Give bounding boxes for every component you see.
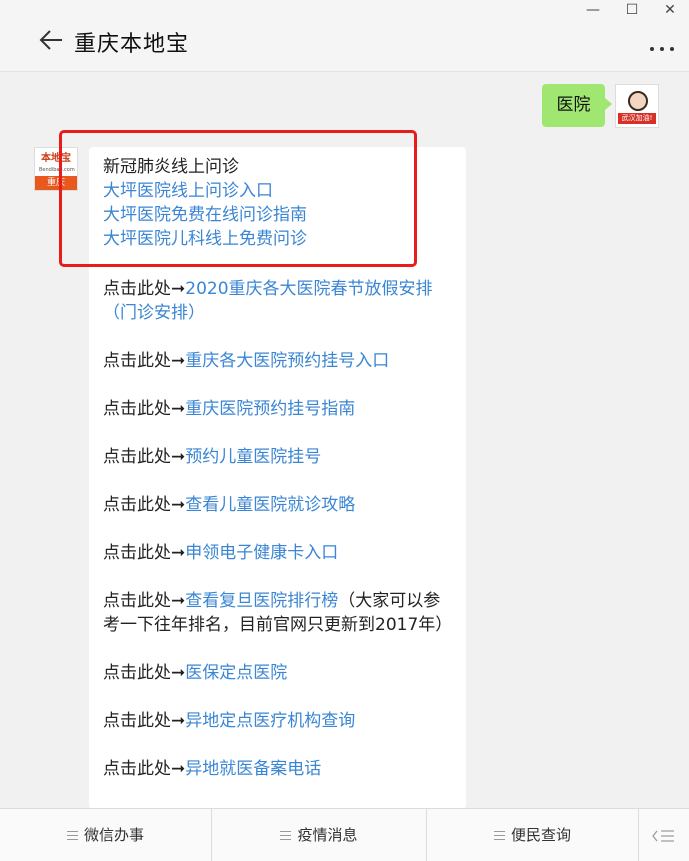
list-item: 点击此处➞2020重庆各大医院春节放假安排（门诊安排） bbox=[103, 277, 452, 325]
item-link[interactable]: 异地定点医疗机构查询 bbox=[185, 711, 355, 731]
back-arrow-icon[interactable] bbox=[38, 28, 64, 52]
item-link[interactable]: 重庆各大医院预约挂号入口 bbox=[185, 351, 389, 371]
menu-tab-public-query[interactable]: 便民查询 bbox=[427, 809, 639, 861]
item-prefix: 点击此处➞ bbox=[103, 399, 186, 419]
covid-heading: 新冠肺炎线上问诊 bbox=[103, 157, 239, 177]
item-prefix: 点击此处➞ bbox=[103, 711, 186, 731]
list-item: 点击此处➞医保定点医院 bbox=[103, 661, 452, 685]
list-item: 点击此处➞申领电子健康卡入口 bbox=[103, 541, 452, 565]
bot-message-bubble: 新冠肺炎线上问诊 大坪医院线上问诊入口 大坪医院免费在线问诊指南 大坪医院儿科线… bbox=[89, 147, 466, 809]
item-prefix: 点击此处➞ bbox=[103, 663, 186, 683]
covid-link-1[interactable]: 大坪医院线上问诊入口 bbox=[103, 179, 452, 203]
bot-avatar[interactable]: 本地宝 Bendibao.com 重庆 bbox=[34, 147, 78, 191]
covid-link-3[interactable]: 大坪医院儿科线上免费问诊 bbox=[103, 227, 452, 251]
menu-icon bbox=[493, 831, 505, 840]
menu-tab-label: 便民查询 bbox=[510, 826, 571, 844]
item-link[interactable]: 查看复旦医院排行榜 bbox=[185, 591, 338, 611]
item-prefix: 点击此处➞ bbox=[103, 447, 186, 467]
keyboard-toggle-icon[interactable] bbox=[652, 829, 676, 843]
user-avatar[interactable]: 武汉加油! bbox=[615, 84, 659, 128]
list-item: 点击此处➞预约儿童医院挂号 bbox=[103, 445, 452, 469]
menu-tab-label: 微信办事 bbox=[83, 826, 144, 844]
list-item: 点击此处➞异地就医备案电话 bbox=[103, 757, 452, 781]
list-item: 点击此处➞异地定点医疗机构查询 bbox=[103, 709, 452, 733]
item-prefix: 点击此处➞ bbox=[103, 759, 186, 779]
bot-logo-text: 本地宝 bbox=[41, 153, 71, 164]
item-prefix: 点击此处➞ bbox=[103, 351, 186, 371]
item-prefix: 点击此处➞ bbox=[103, 591, 186, 611]
list-item: 点击此处➞查看复旦医院排行榜（大家可以参考一下往年排名，目前官网只更新到2017… bbox=[103, 589, 452, 637]
item-prefix: 点击此处➞ bbox=[103, 279, 186, 299]
minimize-button[interactable]: — bbox=[578, 0, 608, 22]
item-link[interactable]: 预约儿童医院挂号 bbox=[185, 447, 321, 467]
maximize-button[interactable]: ☐ bbox=[617, 0, 647, 22]
user-message-bubble: 医院 bbox=[542, 84, 612, 127]
more-options-icon[interactable] bbox=[650, 36, 680, 51]
item-link[interactable]: 重庆医院预约挂号指南 bbox=[185, 399, 355, 419]
item-link[interactable]: 医保定点医院 bbox=[185, 663, 287, 683]
menu-icon bbox=[280, 831, 292, 840]
item-link[interactable]: 异地就医备案电话 bbox=[185, 759, 321, 779]
menu-tab-epidemic-news[interactable]: 疫情消息 bbox=[212, 809, 427, 861]
item-link[interactable]: 申领电子健康卡入口 bbox=[185, 543, 338, 563]
covid-link-2[interactable]: 大坪医院免费在线问诊指南 bbox=[103, 203, 452, 227]
page-title: 重庆本地宝 bbox=[74, 32, 190, 57]
bottom-menu: 微信办事 疫情消息 便民查询 bbox=[0, 808, 689, 861]
title-bar: — ☐ ✕ 重庆本地宝 bbox=[0, 0, 689, 72]
bot-logo-city: 重庆 bbox=[35, 176, 77, 190]
item-link[interactable]: 查看儿童医院就诊攻略 bbox=[185, 495, 355, 515]
bot-logo-domain: Bendibao.com bbox=[39, 167, 75, 173]
list-item: 点击此处➞重庆各大医院预约挂号入口 bbox=[103, 349, 452, 373]
list-item: 点击此处➞查看儿童医院就诊攻略 bbox=[103, 493, 452, 517]
menu-icon bbox=[66, 831, 78, 840]
list-item: 点击此处➞重庆医院预约挂号指南 bbox=[103, 397, 452, 421]
close-button[interactable]: ✕ bbox=[655, 0, 685, 22]
item-prefix: 点击此处➞ bbox=[103, 543, 186, 563]
menu-tab-wechat-services[interactable]: 微信办事 bbox=[0, 809, 212, 861]
avatar-tag: 武汉加油! bbox=[618, 113, 656, 124]
item-prefix: 点击此处➞ bbox=[103, 495, 186, 515]
menu-tab-label: 疫情消息 bbox=[297, 826, 358, 844]
